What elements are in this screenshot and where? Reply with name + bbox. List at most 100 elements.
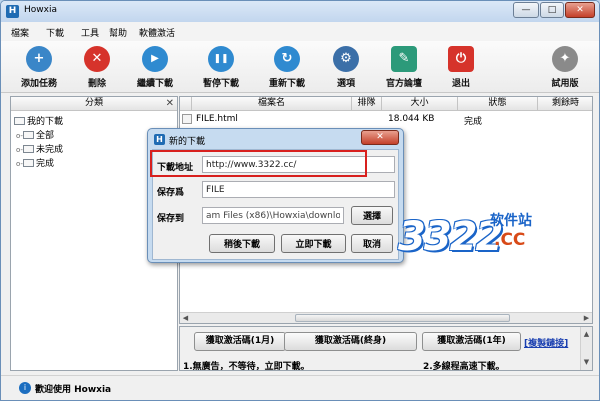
pause-label: 暫停下載 (202, 79, 239, 89)
column-header-size[interactable]: 大小 (382, 97, 458, 111)
watermark-tld: .CC (494, 230, 526, 250)
folder-icon (14, 117, 25, 125)
activation-panel: 獲取激活碼(1月) 獲取激活碼(終身) 獲取激活碼(1年) [複製鏈接] 1.無… (179, 326, 593, 371)
tree-label: 未完成 (36, 145, 64, 155)
file-status-cell: 完成 (464, 117, 483, 127)
trial-button[interactable]: ✦ 試用版 (535, 44, 595, 90)
tree-label: 全部 (36, 131, 55, 141)
column-header-queue[interactable]: 排隊 (352, 97, 382, 111)
folder-icon (23, 159, 34, 167)
exit-label: 退出 (451, 79, 470, 89)
gear-icon: ⚙ (333, 46, 359, 72)
save-as-label: 保存爲 (157, 188, 185, 198)
expand-icon[interactable]: o- (16, 146, 23, 154)
column-header-remaining[interactable]: 剩餘時 (538, 97, 592, 111)
tree-item-complete[interactable]: o- 完成 (16, 156, 54, 169)
maximize-button[interactable]: □ (540, 2, 564, 18)
window-title: Howxia (24, 5, 57, 15)
watermark-site-name: 软件站 (490, 213, 532, 229)
save-to-input[interactable] (202, 207, 344, 224)
delete-icon: ✕ (84, 46, 110, 72)
delete-button[interactable]: ✕ 刪除 (67, 44, 127, 90)
activate-1-month-button[interactable]: 獲取激活碼(1月) (194, 332, 286, 351)
horizontal-scrollbar[interactable]: ◀ ▶ (180, 312, 592, 323)
status-bar: i 歡迎使用 Howxia (1, 375, 599, 400)
new-download-dialog: H 新的下載 ✕ 下載地址 保存爲 保存到 選擇 稍後下載 立即下載 取消 (147, 128, 404, 263)
options-button[interactable]: ⚙ 選項 (316, 44, 376, 90)
add-task-button[interactable]: + 添加任務 (9, 44, 69, 90)
browse-button[interactable]: 選擇 (351, 206, 393, 225)
dialog-close-button[interactable]: ✕ (361, 130, 399, 145)
expand-icon[interactable]: o- (16, 132, 23, 140)
category-header-label: 分類 (84, 98, 103, 108)
feature-note-1: 1.無廣告，不等待，立即下載。 (183, 362, 310, 371)
url-highlight-box (150, 150, 367, 177)
file-size-cell: 18.044 KB (388, 114, 435, 124)
forum-button[interactable]: ✎ 官方論壇 (374, 44, 434, 90)
app-logo-icon: H (6, 5, 19, 18)
tree-item-incomplete[interactable]: o- 未完成 (16, 142, 63, 155)
scroll-left-icon[interactable]: ◀ (180, 313, 191, 323)
options-label: 選項 (336, 79, 355, 89)
add-task-label: 添加任務 (20, 79, 57, 89)
toolbar: + 添加任務 ✕ 刪除 ▶ 繼續下載 ❚❚ 暫停下載 ↻ 重新下載 ⚙ 選項 ✎… (1, 41, 599, 93)
dialog-logo-icon: H (154, 134, 165, 145)
expand-icon[interactable]: o- (16, 160, 23, 168)
activate-lifetime-button[interactable]: 獲取激活碼(終身) (284, 332, 417, 351)
maximize-icon: □ (547, 5, 557, 15)
vertical-scrollbar[interactable]: ▲ ▼ (580, 327, 592, 370)
download-later-button[interactable]: 稍後下載 (209, 234, 275, 253)
column-header-icon[interactable] (180, 97, 192, 111)
status-text: 歡迎使用 Howxia (35, 385, 112, 395)
close-icon: ✕ (576, 5, 584, 15)
forum-icon: ✎ (391, 46, 417, 72)
download-now-button[interactable]: 立即下載 (281, 234, 346, 253)
scrollbar-thumb[interactable] (295, 314, 510, 322)
scroll-right-icon[interactable]: ▶ (581, 313, 592, 323)
category-header: 分類 ✕ (11, 97, 177, 111)
exit-button[interactable]: ⏻ 退出 (431, 44, 491, 90)
power-icon: ⏻ (448, 46, 474, 72)
tree-label: 我的下載 (27, 117, 64, 127)
tree-item-my-downloads[interactable]: 我的下載 (14, 114, 63, 127)
file-type-icon (182, 114, 192, 124)
play-icon: ▶ (142, 46, 168, 72)
feature-note-2: 2.多線程高速下載。 (423, 362, 505, 371)
close-panel-icon[interactable]: ✕ (166, 97, 174, 110)
save-to-label: 保存到 (157, 214, 185, 224)
scroll-up-icon[interactable]: ▲ (581, 329, 592, 339)
info-icon: i (19, 382, 31, 394)
redownload-label: 重新下載 (268, 79, 305, 89)
folder-icon (23, 131, 34, 139)
minimize-button[interactable]: — (513, 2, 539, 18)
menu-activate[interactable]: 軟體激活 (139, 26, 175, 39)
menu-help[interactable]: 幫助 (109, 26, 127, 39)
copy-link[interactable]: [複製鏈接] (524, 336, 568, 349)
menu-download[interactable]: 下載 (46, 26, 64, 39)
scroll-down-icon[interactable]: ▼ (581, 357, 592, 367)
activate-1-year-button[interactable]: 獲取激活碼(1年) (422, 332, 521, 351)
folder-icon (23, 145, 34, 153)
title-bar[interactable]: H Howxia — □ ✕ (1, 1, 599, 22)
minimize-icon: — (521, 5, 531, 15)
pause-button[interactable]: ❚❚ 暫停下載 (191, 44, 251, 90)
dialog-title-bar[interactable]: H 新的下載 ✕ (148, 129, 403, 149)
redo-icon: ↻ (274, 46, 300, 72)
tree-item-all[interactable]: o- 全部 (16, 128, 54, 141)
menu-file[interactable]: 檔案 (11, 26, 29, 39)
pause-icon: ❚❚ (208, 46, 234, 72)
column-header-filename[interactable]: 檔案名 (192, 97, 352, 111)
close-window-button[interactable]: ✕ (565, 2, 595, 18)
save-as-input[interactable] (202, 181, 395, 198)
resume-button[interactable]: ▶ 繼續下載 (125, 44, 185, 90)
menu-tools[interactable]: 工具 (81, 26, 99, 39)
resume-label: 繼續下載 (136, 79, 173, 89)
file-name-cell[interactable]: FILE.html (196, 114, 238, 124)
site-watermark: 3322 软件站 .CC (398, 210, 566, 262)
column-header-status[interactable]: 狀態 (458, 97, 538, 111)
watermark-number: 3322 (398, 214, 503, 260)
forum-label: 官方論壇 (385, 79, 422, 89)
tree-label: 完成 (36, 159, 55, 169)
cancel-button[interactable]: 取消 (351, 234, 393, 253)
redownload-button[interactable]: ↻ 重新下載 (257, 44, 317, 90)
